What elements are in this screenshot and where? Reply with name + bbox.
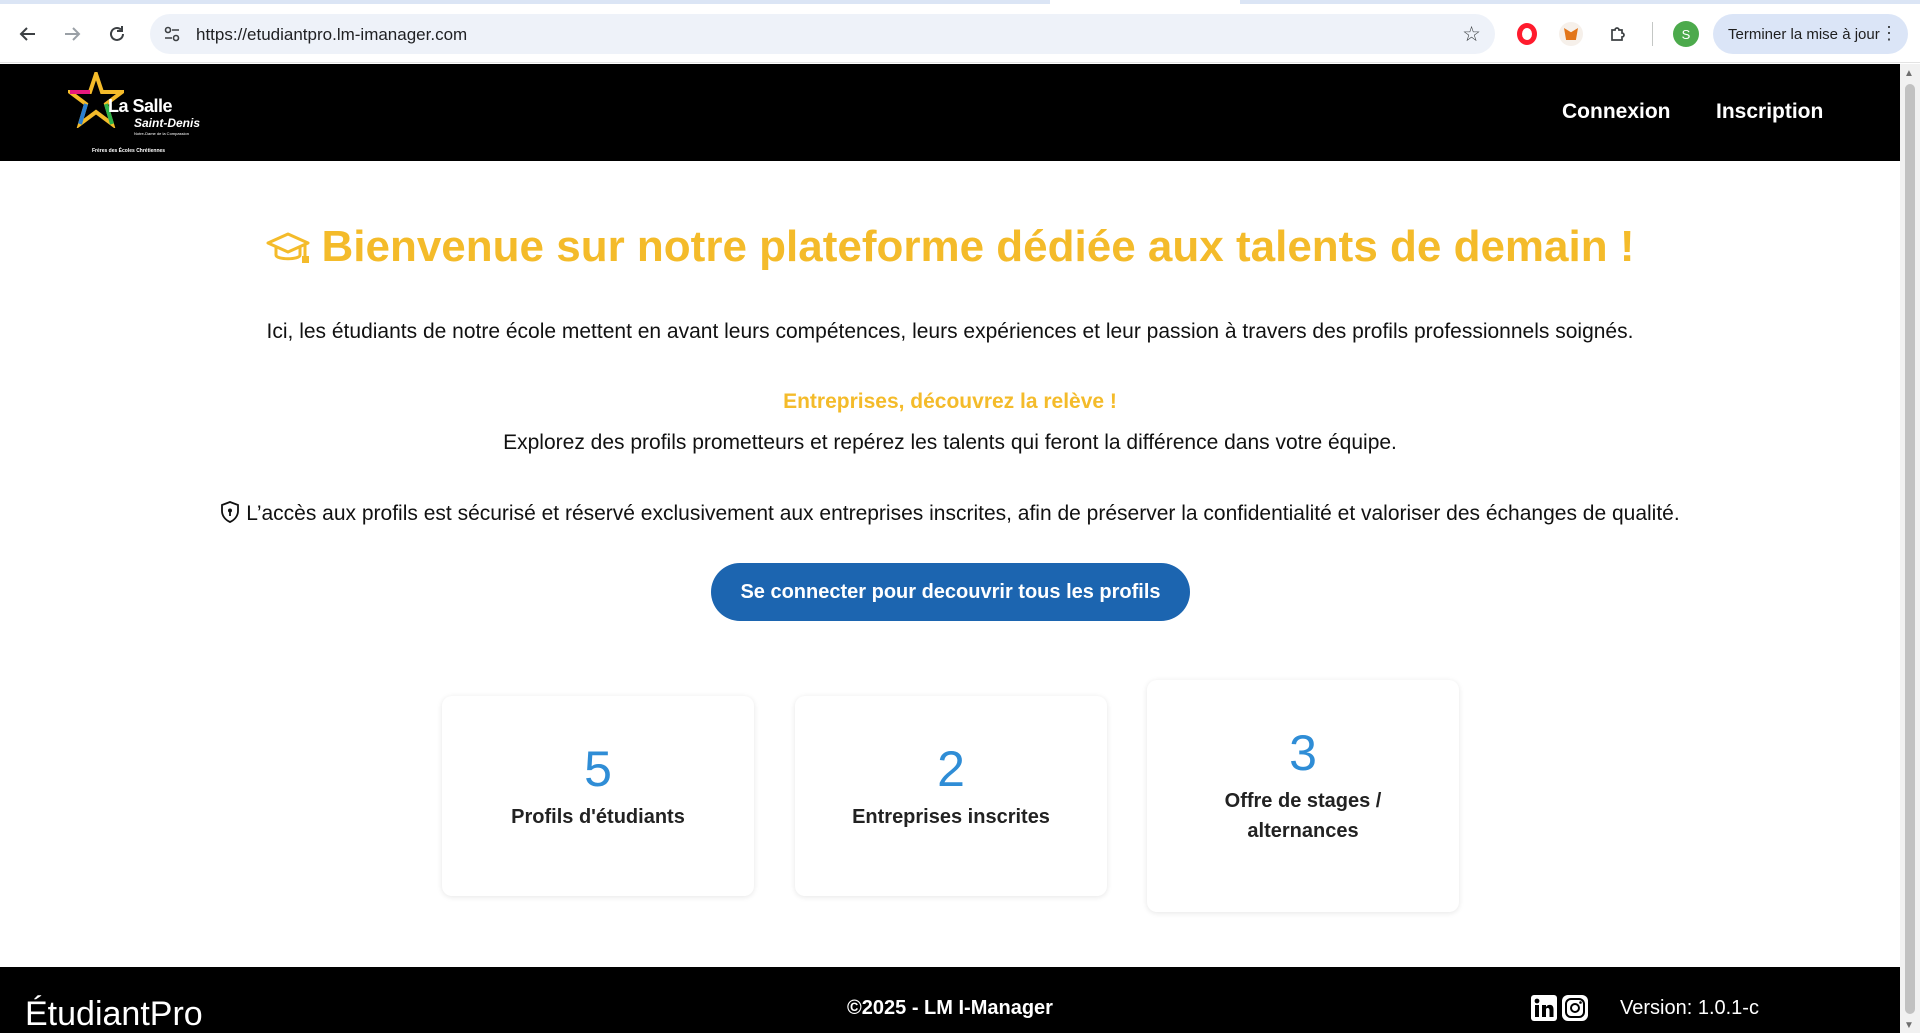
site-header: La Salle Saint-Denis Notre-Dame de la Co… [0,64,1900,161]
tab-strip [0,0,1920,4]
security-text: L’accès aux profils est sécurisé et rése… [246,502,1680,525]
stat-value: 3 [1289,725,1317,781]
browser-toolbar: https://etudiantpro.lm-imanager.com ☆ S … [0,0,1920,63]
forward-icon[interactable] [56,18,88,50]
toolbar-divider [1652,22,1653,46]
page-scrollbar[interactable]: ▲ ▼ [1900,64,1920,1033]
stat-label: Profils d'étudiants [511,806,685,828]
logo-footer-text: Frères des Écoles Chrétiennes [92,148,166,154]
metamask-extension-icon[interactable] [1557,20,1585,48]
security-notice: L’accès aux profils est sécurisé et rése… [0,501,1900,526]
nav-login-link[interactable]: Connexion [1562,100,1671,124]
intro-text: Ici, les étudiants de notre école metten… [266,320,1634,343]
scroll-up-icon[interactable]: ▲ [1904,68,1914,79]
profile-avatar[interactable]: S [1673,21,1699,47]
explore-text: Explorez des profils prometteurs et repé… [503,431,1397,454]
bookmark-star-icon[interactable]: ☆ [1462,22,1481,47]
hero-title: Bienvenue sur notre plateforme dédiée au… [321,222,1635,271]
opera-extension-icon[interactable] [1513,20,1541,48]
logo-tagline: Notre-Dame de la Compassion [134,131,189,136]
back-icon[interactable] [12,18,44,50]
companies-subheading: Entreprises, découvrez la relève ! [783,390,1117,413]
stat-value: 2 [937,741,965,797]
stat-card-students: 5 Profils d'étudiants [442,696,754,896]
app-version: Version: 1.0.1-c [1620,997,1759,1019]
nav-register-link[interactable]: Inscription [1716,100,1823,124]
reload-icon[interactable] [101,18,133,50]
shield-icon [221,501,240,523]
graduation-cap-icon [266,232,310,264]
stat-value: 5 [584,741,612,797]
stat-label: Entreprises inscrites [852,806,1050,828]
extensions-puzzle-icon[interactable] [1604,20,1632,48]
stat-card-companies: 2 Entreprises inscrites [795,696,1107,896]
update-label: Terminer la mise à jour [1728,25,1880,43]
update-button[interactable]: Terminer la mise à jour ⋮ [1713,14,1908,54]
stat-card-offers: 3 Offre de stages / alternances [1147,680,1459,912]
url-text[interactable]: https://etudiantpro.lm-imanager.com [196,25,467,45]
site-info-icon[interactable] [162,24,182,44]
instagram-icon[interactable] [1562,995,1588,1021]
login-discover-button[interactable]: Se connecter pour decouvrir tous les pro… [711,563,1190,621]
site-footer: ÉtudiantPro ©2025 - LM I-Manager Version… [0,967,1900,1033]
stat-label: Offre de stages / alternances [1224,790,1382,842]
logo-name: La Salle [108,96,173,116]
address-bar[interactable]: https://etudiantpro.lm-imanager.com ☆ [150,14,1495,54]
logo-subtitle: Saint-Denis [134,116,201,130]
linkedin-icon[interactable] [1531,995,1557,1021]
scroll-down-icon[interactable]: ▼ [1904,1020,1914,1031]
menu-kebab-icon[interactable]: ⋮ [1880,23,1898,44]
footer-copyright: ©2025 - LM I-Manager [847,997,1053,1019]
scrollbar-thumb[interactable] [1905,84,1915,1014]
la-salle-logo[interactable]: La Salle Saint-Denis Notre-Dame de la Co… [68,68,208,156]
hero-title-row: Bienvenue sur notre plateforme dédiée au… [0,222,1900,272]
web-page: La Salle Saint-Denis Notre-Dame de la Co… [0,64,1900,1033]
